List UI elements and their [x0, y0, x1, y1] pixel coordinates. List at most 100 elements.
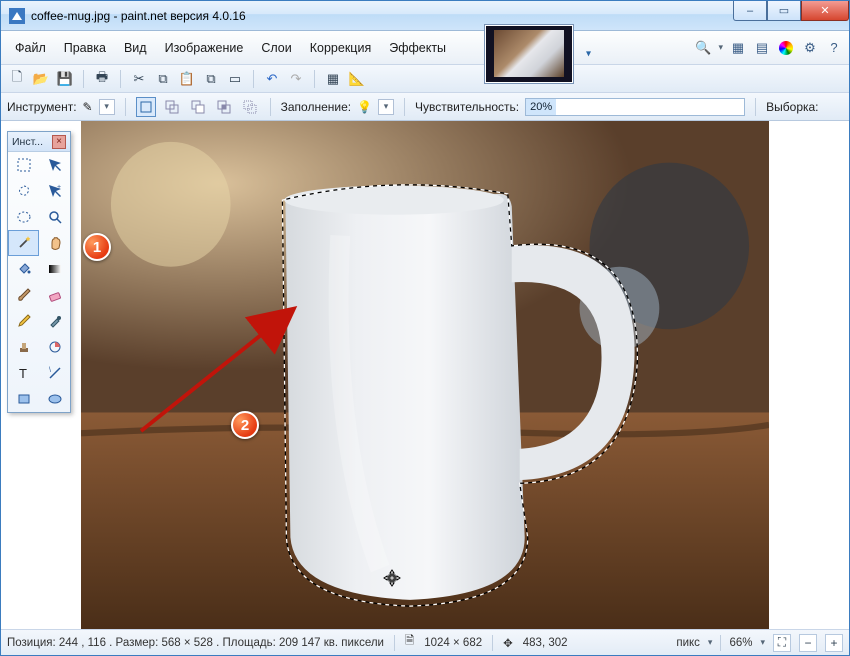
undo-button[interactable]: ↶ — [262, 69, 282, 89]
text-icon: T — [16, 365, 32, 381]
tool-color-picker[interactable] — [39, 308, 70, 334]
colors-window-icon[interactable] — [779, 41, 793, 55]
statusbar: Позиция: 244 , 116 . Размер: 568 × 528 .… — [1, 629, 849, 655]
units-dropdown[interactable]: ▾ — [708, 637, 713, 648]
tool-magic-wand[interactable] — [8, 230, 39, 256]
separator — [253, 70, 254, 88]
tool-move-selection[interactable] — [39, 152, 70, 178]
crop-button[interactable]: ⧉ — [201, 69, 221, 89]
selection-mode-subtract[interactable] — [188, 97, 208, 117]
pixel-grid-button[interactable]: ▦ — [323, 69, 343, 89]
tools-window-close-button[interactable]: × — [52, 135, 66, 149]
zoom-out-button[interactable]: − — [799, 634, 817, 652]
fill-dropdown[interactable]: ▾ — [378, 99, 394, 115]
close-button[interactable]: ✕ — [801, 1, 849, 21]
print-button[interactable]: 🖶 — [92, 69, 112, 89]
tool-pan[interactable] — [39, 230, 70, 256]
deselect-button[interactable]: ▭ — [225, 69, 245, 89]
color-picker-icon — [47, 313, 63, 329]
tool-rectangle-select[interactable] — [8, 152, 39, 178]
copy-button[interactable]: ⧉ — [153, 69, 173, 89]
zoom-fit-button[interactable]: ⛶ — [773, 634, 791, 652]
tool-paintbrush[interactable] — [8, 282, 39, 308]
menu-layers[interactable]: Слои — [253, 37, 299, 59]
zoom-dropdown[interactable]: ▾ — [760, 637, 765, 648]
minimize-button[interactable]: – — [733, 1, 767, 21]
thumbnail-image — [494, 30, 564, 76]
workspace: Инст... × + T \ 1 2 — [1, 121, 849, 629]
ellipse-shape-icon — [47, 391, 63, 407]
cursor-pos-icon: ✥ — [503, 636, 513, 650]
window-title: coffee-mug.jpg - paint.net версия 4.0.16 — [31, 9, 246, 23]
menu-effects[interactable]: Эффекты — [381, 37, 454, 59]
status-selection-info: Позиция: 244 , 116 . Размер: 568 × 528 .… — [7, 637, 384, 649]
rulers-button[interactable]: 📐 — [347, 69, 367, 89]
paintbrush-icon — [16, 287, 32, 303]
separator — [125, 98, 126, 116]
fill-flood-icon[interactable]: 💡 — [357, 100, 372, 114]
ellipse-select-icon — [16, 209, 32, 225]
tool-text[interactable]: T — [8, 360, 39, 386]
settings-icon[interactable]: ⚙ — [801, 39, 819, 57]
annotation-badge-1: 1 — [83, 233, 111, 261]
tools-grid: + T \ — [8, 152, 70, 412]
svg-text:+: + — [57, 184, 61, 191]
tool-chooser-dropdown[interactable]: ▾ — [718, 42, 723, 53]
sensitivity-slider[interactable]: 20% — [525, 98, 745, 116]
maximize-button[interactable]: ▭ — [767, 1, 801, 21]
lasso-select-icon — [16, 183, 32, 199]
svg-text:T: T — [19, 366, 27, 381]
selection-mode-intersect[interactable] — [214, 97, 234, 117]
separator — [83, 70, 84, 88]
tool-move-pixels[interactable]: + — [39, 178, 70, 204]
recolor-icon — [47, 339, 63, 355]
annotation-badge-2: 2 — [231, 411, 259, 439]
paste-button[interactable]: 📋 — [177, 69, 197, 89]
units-label[interactable]: пикс — [676, 637, 700, 649]
tools-window[interactable]: Инст... × + T \ — [7, 131, 71, 413]
tool-clone-stamp[interactable] — [8, 334, 39, 360]
tool-ellipse-shape[interactable] — [39, 386, 70, 412]
document-thumbnail[interactable]: ▾ — [484, 24, 574, 84]
separator — [314, 70, 315, 88]
move-selection-icon — [47, 157, 63, 173]
tool-zoom[interactable] — [39, 204, 70, 230]
selection-mode-replace[interactable] — [136, 97, 156, 117]
tools-window-title: Инст... — [12, 136, 43, 148]
zoom-level[interactable]: 66% — [729, 637, 752, 649]
menu-adjustments[interactable]: Коррекция — [302, 37, 379, 59]
layers-window-icon[interactable]: ▤ — [753, 39, 771, 57]
tool-line[interactable]: \ — [39, 360, 70, 386]
tool-paint-bucket[interactable] — [8, 256, 39, 282]
thumbnail-dropdown-icon[interactable]: ▾ — [586, 48, 591, 59]
cut-button[interactable]: ✂ — [129, 69, 149, 89]
tool-recolor[interactable] — [39, 334, 70, 360]
tool-chooser-icon[interactable]: 🔍 — [694, 39, 712, 57]
tool-lasso-select[interactable] — [8, 178, 39, 204]
cursor-pos: 483, 302 — [523, 637, 568, 649]
menu-image[interactable]: Изображение — [157, 37, 252, 59]
help-icon[interactable]: ? — [825, 39, 843, 57]
menu-edit[interactable]: Правка — [56, 37, 114, 59]
tool-pencil[interactable] — [8, 308, 39, 334]
tool-eraser[interactable] — [39, 282, 70, 308]
save-file-button[interactable]: 💾 — [55, 69, 75, 89]
tool-ellipse-select[interactable] — [8, 204, 39, 230]
move-cursor-icon — [383, 569, 401, 587]
magic-wand-icon — [16, 235, 32, 251]
new-file-button[interactable]: 🗋 — [7, 69, 27, 89]
open-file-button[interactable]: 📂 — [31, 69, 51, 89]
instrument-dropdown[interactable]: ▾ — [99, 99, 115, 115]
tools-window-titlebar[interactable]: Инст... × — [8, 132, 70, 152]
instrument-icon[interactable]: ✎ — [83, 100, 93, 114]
selection-mode-xor[interactable] — [240, 97, 260, 117]
menu-view[interactable]: Вид — [116, 37, 155, 59]
selection-mode-add[interactable] — [162, 97, 182, 117]
tool-rectangle-shape[interactable] — [8, 386, 39, 412]
redo-button[interactable]: ↷ — [286, 69, 306, 89]
history-window-icon[interactable]: ▦ — [729, 39, 747, 57]
zoom-in-button[interactable]: + — [825, 634, 843, 652]
tool-gradient[interactable] — [39, 256, 70, 282]
menu-file[interactable]: Файл — [7, 37, 54, 59]
fill-label: Заполнение: — [281, 100, 351, 114]
